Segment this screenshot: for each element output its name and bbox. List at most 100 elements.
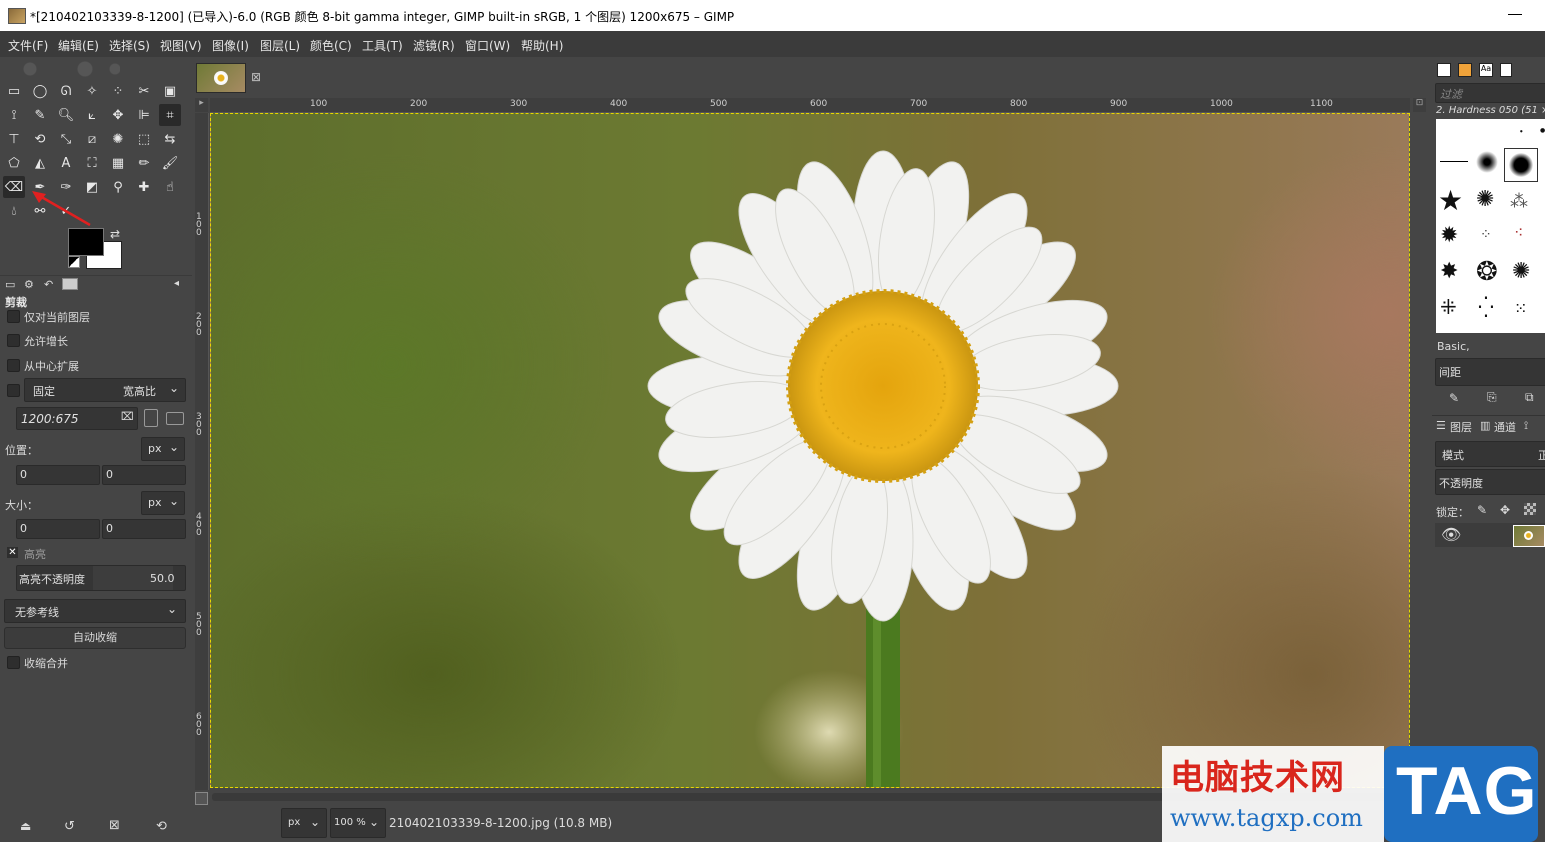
menu-help[interactable]: 帮助(H) bbox=[521, 37, 563, 54]
portrait-icon[interactable] bbox=[144, 409, 158, 427]
patterns-tab-icon[interactable] bbox=[1458, 63, 1472, 77]
image-tab-thumbnail[interactable] bbox=[196, 63, 246, 93]
flip-icon[interactable]: ⇆ bbox=[159, 128, 181, 150]
layers-tab-icon[interactable]: ☰ bbox=[1436, 419, 1446, 432]
warp-transform-icon[interactable]: ✺ bbox=[107, 128, 129, 150]
zoom-to-fit-icon[interactable]: ⊡ bbox=[1413, 98, 1426, 112]
position-y-input[interactable]: 0 bbox=[102, 465, 186, 485]
blur-icon[interactable]: 💧︎ bbox=[3, 200, 25, 222]
eye-icon[interactable]: 👁︎ bbox=[1441, 525, 1461, 544]
free-select-icon[interactable]: ᘏ bbox=[55, 80, 77, 102]
scale-icon[interactable]: ⤡ bbox=[55, 128, 77, 150]
brush-pencil-texture[interactable]: ⁛ bbox=[1478, 295, 1494, 319]
brush-grunge[interactable]: ⁂ bbox=[1510, 191, 1528, 212]
navigate-icon[interactable] bbox=[195, 792, 208, 805]
select-by-color-icon[interactable]: ⁘ bbox=[107, 80, 129, 102]
unified-transform-icon[interactable]: ⊤ bbox=[3, 128, 25, 150]
new-brush-icon[interactable]: ⎘ bbox=[1487, 390, 1497, 405]
shrink-merged-checkbox[interactable] bbox=[7, 656, 20, 669]
current-layer-only-checkbox[interactable] bbox=[7, 310, 20, 323]
align-icon[interactable]: ⊫ bbox=[133, 104, 155, 126]
edit-brush-icon[interactable]: ✎ bbox=[1449, 391, 1459, 405]
pencil-icon[interactable]: ✏ bbox=[133, 152, 155, 174]
minimize-button[interactable] bbox=[1508, 14, 1522, 15]
quick-mask-corner-icon[interactable]: ▸ bbox=[195, 98, 208, 112]
menu-layer[interactable]: 图层(L) bbox=[260, 37, 300, 54]
undo-history-tab-icon[interactable]: ↶ bbox=[44, 278, 53, 291]
text-icon[interactable]: A bbox=[55, 152, 77, 174]
highlight-opacity-slider[interactable]: 高亮不透明度 50.0 bbox=[16, 565, 186, 591]
brush-grid[interactable]: ● ● ★ ✺ ⁂ ✹ ⁘ ⁖ ✸ ❂ ✺ ⁜ ⁛ ⁙ bbox=[1436, 119, 1545, 333]
ellipse-select-icon[interactable]: ◯ bbox=[29, 80, 51, 102]
documents-tab-icon[interactable] bbox=[1500, 63, 1512, 77]
paint-bucket-icon[interactable]: ⛶ bbox=[81, 152, 103, 174]
rotate-icon[interactable]: ⟲ bbox=[29, 128, 51, 150]
rect-select-icon[interactable]: ▭ bbox=[3, 80, 25, 102]
size-unit-select[interactable]: px ⌄ bbox=[141, 491, 185, 515]
smudge-icon[interactable]: ☝ bbox=[159, 176, 181, 198]
eraser-icon[interactable]: ⌫ bbox=[3, 176, 25, 198]
brush-pixel[interactable]: ● bbox=[1520, 129, 1523, 133]
scissors-icon[interactable]: ✂ bbox=[133, 80, 155, 102]
default-colors-icon[interactable] bbox=[68, 256, 80, 268]
canvas-image[interactable] bbox=[210, 113, 1410, 788]
brush-star[interactable]: ★ bbox=[1438, 184, 1463, 217]
size-width-input[interactable]: 0 bbox=[16, 519, 100, 539]
menu-tools[interactable]: 工具(T) bbox=[362, 37, 403, 54]
brush-acrylic[interactable]: ✸ bbox=[1440, 259, 1458, 284]
unit-select[interactable]: px ⌄ bbox=[281, 808, 327, 838]
crop-icon[interactable]: ⌗ bbox=[159, 104, 181, 126]
menu-image[interactable]: 图像(I) bbox=[212, 37, 249, 54]
color-picker-icon[interactable]: ✎ bbox=[29, 104, 51, 126]
brush-selected[interactable] bbox=[1504, 148, 1538, 182]
close-icon[interactable]: ⊠ bbox=[251, 70, 261, 84]
swap-colors-icon[interactable]: ⇄ bbox=[110, 227, 120, 241]
brush-oil[interactable]: ❂ bbox=[1476, 257, 1498, 287]
perspective-icon[interactable]: ⬚ bbox=[133, 128, 155, 150]
menu-filters[interactable]: 滤镜(R) bbox=[413, 37, 455, 54]
clear-field-icon[interactable]: ⌧ bbox=[121, 410, 134, 423]
aspect-ratio-input[interactable]: 1200:675 ⌧ bbox=[16, 407, 138, 430]
move-icon[interactable]: ✥ bbox=[107, 104, 129, 126]
configure-tab-icon[interactable]: ◂ bbox=[174, 278, 179, 289]
device-status-tab-icon[interactable]: ⚙ bbox=[24, 278, 34, 291]
tab-layers[interactable]: 图层 bbox=[1450, 419, 1472, 435]
paths-tab-icon[interactable]: ⟟ bbox=[1524, 419, 1528, 433]
gradient-icon[interactable]: ▦ bbox=[107, 152, 129, 174]
brush-filter-input[interactable]: 过滤 bbox=[1435, 83, 1545, 103]
brush-soft[interactable] bbox=[1476, 151, 1498, 173]
paths-icon[interactable]: ⟟ bbox=[3, 104, 25, 126]
brush-dots[interactable]: ⁙ bbox=[1514, 299, 1527, 318]
cage-transform-icon[interactable]: ⬠ bbox=[3, 152, 25, 174]
brush-line[interactable] bbox=[1440, 161, 1468, 162]
lock-pixels-icon[interactable]: ✎ bbox=[1477, 503, 1487, 517]
duplicate-brush-icon[interactable]: ⧉ bbox=[1525, 390, 1534, 405]
zoom-select[interactable]: 100 % ⌄ bbox=[330, 808, 386, 838]
menu-edit[interactable]: 编辑(E) bbox=[58, 37, 99, 54]
layer-opacity-slider[interactable]: 不透明度 bbox=[1435, 469, 1545, 495]
lock-position-icon[interactable]: ✥ bbox=[1500, 503, 1510, 517]
expand-from-center-checkbox[interactable] bbox=[7, 359, 20, 372]
highlight-checkbox[interactable]: ✕ bbox=[7, 547, 18, 558]
menu-view[interactable]: 视图(V) bbox=[160, 37, 202, 54]
fuzzy-select-icon[interactable]: ✧ bbox=[81, 80, 103, 102]
measure-icon[interactable]: ⟀ bbox=[81, 104, 103, 126]
tab-channels[interactable]: 通道 bbox=[1494, 419, 1516, 435]
menu-select[interactable]: 选择(S) bbox=[109, 37, 150, 54]
reset-options-icon[interactable]: ⟲ bbox=[156, 819, 167, 834]
brush-splash[interactable]: ⁖ bbox=[1514, 223, 1523, 242]
heal-icon[interactable]: ✚ bbox=[133, 176, 155, 198]
delete-options-icon[interactable]: ⊠ bbox=[109, 818, 120, 833]
position-x-input[interactable]: 0 bbox=[16, 465, 100, 485]
fixed-mode-select[interactable]: 固定 宽高比 ⌄ bbox=[24, 378, 186, 402]
restore-options-icon[interactable]: ↺ bbox=[64, 819, 75, 834]
images-tab-icon[interactable] bbox=[62, 278, 78, 290]
landscape-icon[interactable] bbox=[166, 412, 184, 425]
size-height-input[interactable]: 0 bbox=[102, 519, 186, 539]
foreground-select-icon[interactable]: ▣ bbox=[159, 80, 181, 102]
brush-chalk[interactable]: ✹ bbox=[1440, 223, 1458, 248]
brush-small[interactable]: ● bbox=[1540, 127, 1545, 134]
brush-splatter[interactable]: ✺ bbox=[1476, 187, 1494, 212]
bucket-fill-icon[interactable]: ◭ bbox=[29, 152, 51, 174]
menu-colors[interactable]: 颜色(C) bbox=[310, 37, 352, 54]
